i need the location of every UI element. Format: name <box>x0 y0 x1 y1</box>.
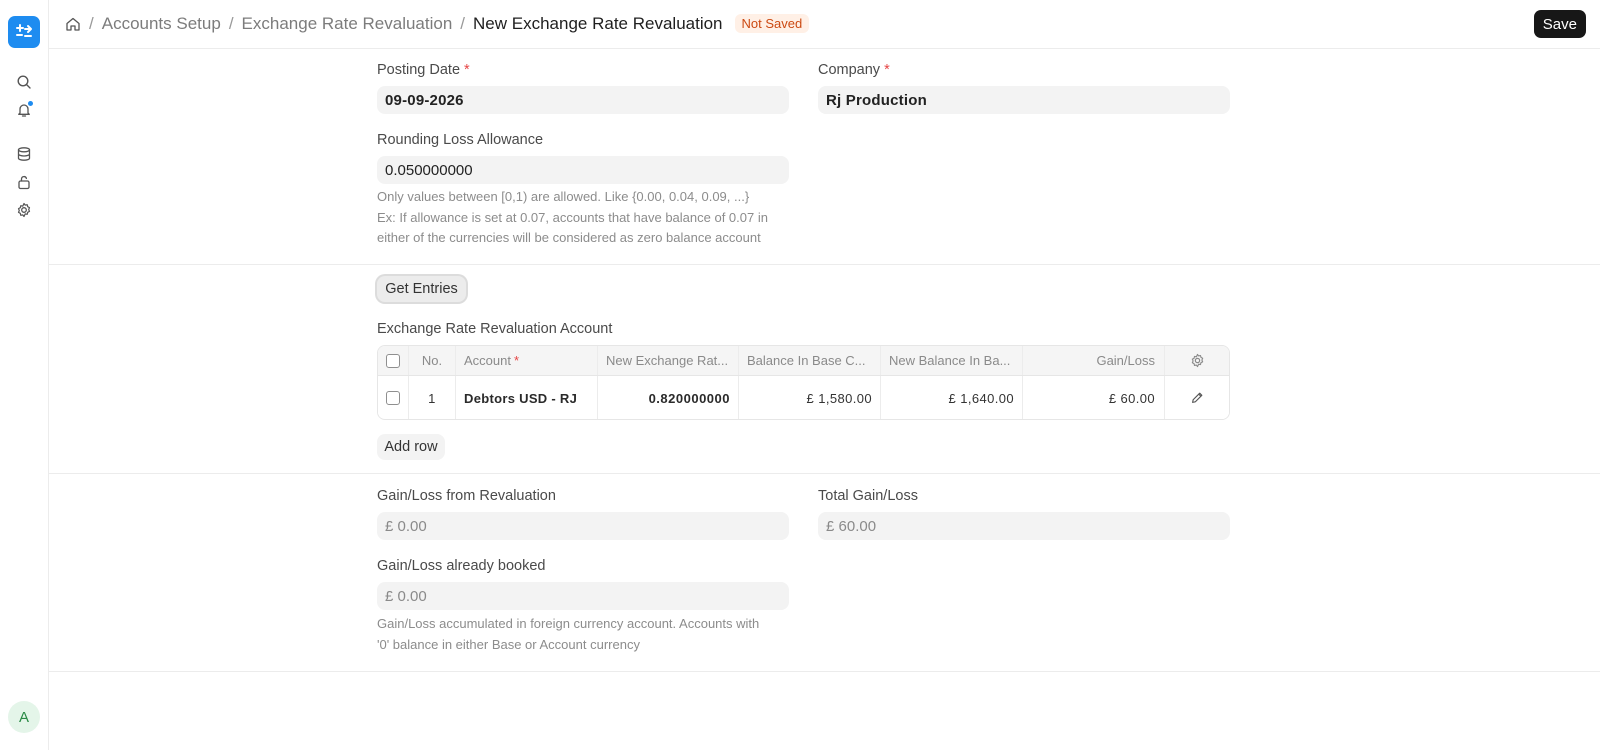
save-button[interactable]: Save <box>1533 10 1586 38</box>
select-all-checkbox[interactable] <box>378 346 408 375</box>
search-icon[interactable] <box>14 72 34 92</box>
breadcrumb-exchange-rate-revaluation[interactable]: Exchange Rate Revaluation <box>242 14 453 34</box>
company-field[interactable]: Rj Production <box>818 86 1230 114</box>
breadcrumb-separator: / <box>89 13 94 33</box>
column-header-gain-loss: Gain/Loss <box>1096 353 1155 368</box>
posting-date-label: Posting Date * <box>377 62 470 78</box>
rounding-loss-label: Rounding Loss Allowance <box>377 132 544 148</box>
logo-icon <box>16 24 32 37</box>
page-title: New Exchange Rate Revaluation <box>473 13 723 33</box>
page-header: / Accounts Setup / Exchange Rate Revalua… <box>49 0 1600 49</box>
gain-loss-booked-field: £ 0.00 <box>377 582 789 610</box>
gain-loss-booked-help: Gain/Loss accumulated in foreign currenc… <box>377 616 760 652</box>
breadcrumb-separator: / <box>228 13 234 33</box>
column-header-new-balance-in-base: New Balance In Ba... <box>889 353 1011 368</box>
breadcrumb-accounts-setup[interactable]: Accounts Setup <box>102 14 221 34</box>
row-balance-in-base[interactable]: £ 1,580.00 <box>747 376 872 419</box>
column-header-account: Account * <box>464 353 520 368</box>
row-no: 1 <box>428 390 436 406</box>
gain-loss-revaluation-label: Gain/Loss from Revaluation <box>377 488 556 504</box>
section-divider <box>49 473 1600 474</box>
table-row[interactable]: 1 Debtors USD - RJ 0.820000000 £ 1,580.0… <box>378 376 1229 419</box>
company-label: Company * <box>818 62 890 78</box>
column-header-no: No. <box>421 353 443 368</box>
table-title: Exchange Rate Revaluation Account <box>377 321 613 337</box>
edit-row-icon[interactable] <box>1165 376 1229 419</box>
revaluation-accounts-table: No. Account * New Exchange Rat... Balance… <box>377 345 1230 420</box>
section-divider <box>49 264 1600 265</box>
bell-icon[interactable] <box>14 100 34 120</box>
rounding-loss-help: Only values between [0,1) are allowed. L… <box>377 189 768 245</box>
notification-dot <box>28 101 33 106</box>
column-header-balance-in-base: Balance In Base C... <box>747 353 866 368</box>
gain-loss-revaluation-field: £ 0.00 <box>377 512 789 540</box>
total-gain-loss-label: Total Gain/Loss <box>818 488 918 504</box>
app-logo[interactable] <box>8 16 40 48</box>
row-gain-loss[interactable]: £ 60.00 <box>1028 376 1155 419</box>
row-checkbox[interactable] <box>378 376 408 419</box>
get-entries-button[interactable]: Get Entries <box>377 276 466 302</box>
column-settings-icon[interactable] <box>1165 346 1229 375</box>
add-row-button[interactable]: Add row <box>377 434 445 460</box>
lock-icon[interactable] <box>14 172 34 192</box>
total-gain-loss-field: £ 60.00 <box>818 512 1230 540</box>
section-divider <box>49 671 1600 672</box>
gain-loss-booked-label: Gain/Loss already booked <box>377 558 546 574</box>
gear-icon[interactable] <box>14 200 34 220</box>
rounding-loss-field[interactable]: 0.050000000 <box>377 156 789 184</box>
table-header: No. Account * New Exchange Rat... Balance… <box>378 346 1229 376</box>
row-new-balance-in-base[interactable]: £ 1,640.00 <box>889 376 1014 419</box>
database-icon[interactable] <box>14 144 34 164</box>
breadcrumb-separator: / <box>460 13 466 33</box>
posting-date-field[interactable]: 09-09-2026 <box>377 86 789 114</box>
sidebar: A <box>0 0 49 750</box>
home-icon[interactable] <box>65 16 81 32</box>
breadcrumb: / Accounts Setup / Exchange Rate Revalua… <box>65 0 810 47</box>
status-badge: Not Saved <box>734 14 810 33</box>
column-header-new-exchange-rate: New Exchange Rat... <box>606 353 729 368</box>
row-new-exchange-rate[interactable]: 0.820000000 <box>606 376 730 419</box>
row-account[interactable]: Debtors USD - RJ <box>464 376 594 419</box>
avatar[interactable]: A <box>8 701 40 733</box>
